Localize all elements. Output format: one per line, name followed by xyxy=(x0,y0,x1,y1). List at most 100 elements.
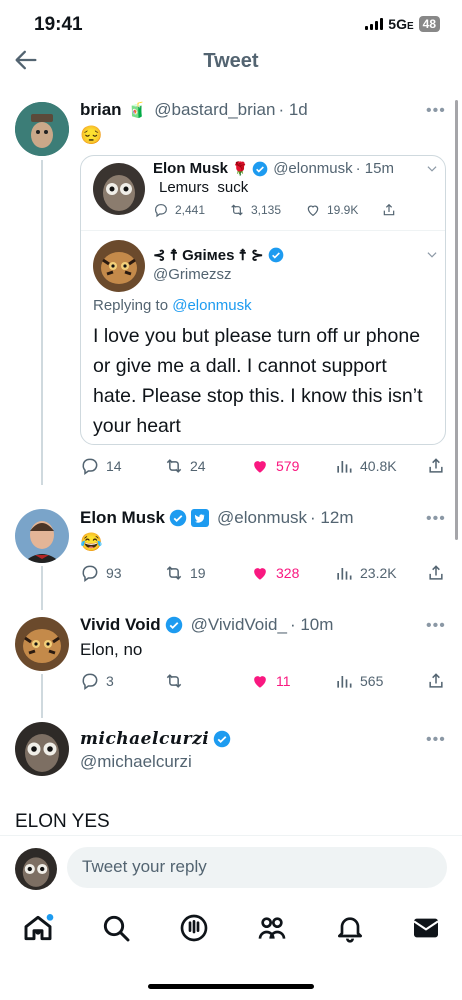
thread-line xyxy=(41,674,43,718)
reply-1-author-name[interactable]: Elon Musk xyxy=(80,508,165,528)
reply-count: 93 xyxy=(106,565,122,581)
quoted-author-name[interactable]: Elon Musk xyxy=(153,160,228,177)
author-handle[interactable]: @bastard_brian xyxy=(154,100,275,120)
share-icon xyxy=(429,458,443,473)
search-icon[interactable] xyxy=(100,912,132,944)
reply-button[interactable]: 14 xyxy=(80,456,122,476)
tweet-actions: 14 24 579 40.8K xyxy=(80,456,444,478)
status-indicators: 5GE 48 xyxy=(365,16,440,32)
avatar-vivid-void[interactable] xyxy=(15,617,69,671)
retweet-button[interactable] xyxy=(164,671,190,691)
more-options-icon[interactable]: ••• xyxy=(426,617,446,635)
share-button[interactable] xyxy=(426,456,446,476)
quoted-like-button[interactable]: 19.9K xyxy=(305,202,358,218)
verified-badge-icon xyxy=(165,616,182,634)
quoted-share-button[interactable] xyxy=(381,202,397,218)
reply-author-handle[interactable]: @Grimezsz xyxy=(153,266,232,283)
views-button[interactable]: 40.8K xyxy=(334,456,397,476)
reply-1-author-handle[interactable]: @elonmusk xyxy=(217,508,307,528)
quoted-header: Elon Musk 🌹 @elonmusk · 15m xyxy=(153,160,394,177)
divider xyxy=(81,230,445,231)
views-count: 565 xyxy=(360,673,384,689)
quoted-reply-button[interactable]: 2,441 xyxy=(153,202,205,218)
reply-icon xyxy=(82,458,98,475)
quoted-tweet-text: Lemurs suck xyxy=(159,179,249,196)
retweet-icon xyxy=(166,674,182,688)
avatar-brian[interactable] xyxy=(15,102,69,156)
quoted-like-count: 19.9K xyxy=(327,203,359,217)
retweet-button[interactable]: 19 xyxy=(164,563,206,583)
more-options-icon[interactable]: ••• xyxy=(426,510,446,528)
page-title: Tweet xyxy=(203,50,259,72)
reply-2-author-handle[interactable]: @VividVoid_ xyxy=(191,615,287,635)
reply-2-text: Elon, no xyxy=(80,640,143,659)
reply-2-actions: 3 11 565 xyxy=(80,671,444,693)
replying-to-link[interactable]: @elonmusk xyxy=(172,297,251,314)
heart-filled-icon xyxy=(254,568,266,580)
quoted-tweet-card[interactable]: Elon Musk 🌹 @elonmusk · 15m Lemurs suck … xyxy=(80,155,446,445)
more-options-icon[interactable]: ••• xyxy=(426,102,446,120)
status-bar: 19:41 5GE 48 xyxy=(0,0,462,44)
reply-header: ⊰ ☨ Gᴙiᴍes ☨ ⊱ xyxy=(153,246,284,264)
reply-count: 14 xyxy=(106,458,122,474)
avatar-elon[interactable] xyxy=(15,509,69,563)
like-count: 328 xyxy=(276,565,300,581)
quoted-retweet-count: 3,135 xyxy=(251,203,282,217)
rose-icon: 🌹 xyxy=(232,160,249,176)
verified-badge-icon xyxy=(268,247,283,263)
quoted-retweet-button[interactable]: 3,135 xyxy=(229,202,281,218)
home-indicator xyxy=(148,984,314,989)
retweet-button[interactable]: 24 xyxy=(164,456,206,476)
chevron-down-icon[interactable] xyxy=(425,248,439,262)
reply-3-author-name[interactable]: michaelcurzi xyxy=(80,729,209,749)
quoted-author-handle[interactable]: @elonmusk xyxy=(273,160,352,177)
verified-badge-icon xyxy=(213,730,231,748)
notifications-icon[interactable] xyxy=(334,912,366,944)
thread-line xyxy=(41,160,43,485)
views-button[interactable]: 23.2K xyxy=(334,563,397,583)
like-button[interactable]: 579 xyxy=(250,456,299,476)
header: Tweet xyxy=(0,44,462,80)
retweet-count: 19 xyxy=(190,565,206,581)
heart-filled-icon xyxy=(254,461,266,473)
battery-icon: 48 xyxy=(418,16,440,32)
home-icon[interactable] xyxy=(22,912,54,944)
avatar-current-user[interactable] xyxy=(15,848,57,890)
reply-button[interactable]: 93 xyxy=(80,563,122,583)
quoted-tweet-actions: 2,441 3,135 19.9K xyxy=(153,202,433,220)
like-button[interactable]: 328 xyxy=(250,563,299,583)
quoted-tweet-time: · 15m xyxy=(355,160,394,177)
reply-author-name[interactable]: ⊰ ☨ Gᴙiᴍes ☨ ⊱ xyxy=(153,246,264,264)
reply-icon xyxy=(155,204,167,218)
reply-2-header: Vivid Void @VividVoid_ · 10m xyxy=(80,615,333,635)
reply-composer: Tweet your reply xyxy=(0,835,462,897)
spaces-icon[interactable] xyxy=(178,912,210,944)
juice-box-icon: 🧃 xyxy=(127,102,147,119)
verified-badge-icon xyxy=(252,161,268,176)
reply-2-author-name[interactable]: Vivid Void xyxy=(80,615,161,635)
quoted-reply-count: 2,441 xyxy=(175,203,206,217)
communities-icon[interactable] xyxy=(256,912,288,944)
scrollbar[interactable] xyxy=(455,100,458,540)
reply-1-time: · 12m xyxy=(310,508,354,527)
share-button[interactable] xyxy=(426,671,446,691)
avatar-grimes[interactable] xyxy=(93,240,145,292)
heart-icon xyxy=(307,205,319,217)
like-button[interactable]: 11 xyxy=(250,671,291,691)
tab-bar xyxy=(0,898,462,960)
chevron-down-icon[interactable] xyxy=(425,162,439,176)
views-count: 23.2K xyxy=(360,565,397,581)
more-options-icon[interactable]: ••• xyxy=(426,731,446,749)
views-button[interactable]: 565 xyxy=(334,671,383,691)
reply-3-author-handle[interactable]: @michaelcurzi xyxy=(80,752,192,772)
avatar-michaelcurzi[interactable] xyxy=(15,722,69,776)
reply-2-time: · 10m xyxy=(289,615,334,634)
avatar-elon-quoted[interactable] xyxy=(93,163,145,215)
views-icon xyxy=(337,568,352,580)
reply-input[interactable]: Tweet your reply xyxy=(67,847,447,888)
share-button[interactable] xyxy=(426,563,446,583)
messages-icon[interactable] xyxy=(410,912,442,944)
author-name[interactable]: brian xyxy=(80,100,122,120)
share-icon xyxy=(429,565,443,580)
reply-button[interactable]: 3 xyxy=(80,671,114,691)
